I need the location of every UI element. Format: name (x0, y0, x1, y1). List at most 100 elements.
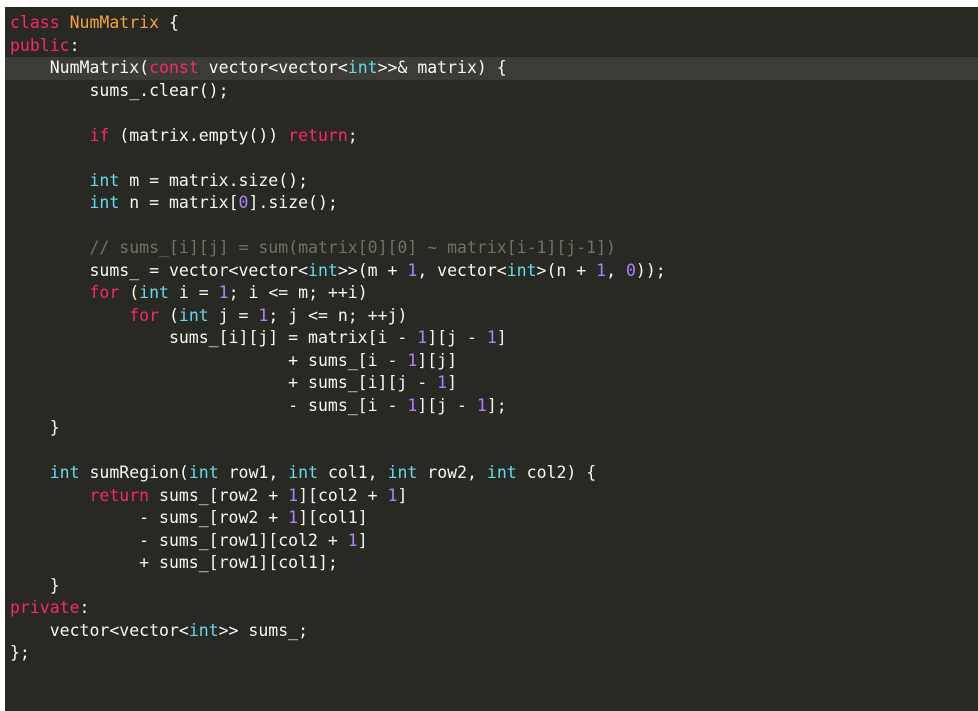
code-token-plain: ] (397, 485, 408, 505)
code-token-plain: : (69, 35, 80, 55)
code-line[interactable]: + sums_[row1][col1]; (5, 552, 978, 575)
code-line[interactable]: for (int i = 1; i <= m; ++i) (5, 282, 978, 305)
code-token-plain: >> sums_; (218, 620, 309, 640)
code-line[interactable]: + sums_[i][j - 1] (5, 372, 978, 395)
code-token-type: int (288, 463, 319, 482)
code-token-num: 1 (407, 350, 418, 370)
code-token-plain: ][j - (417, 395, 477, 415)
code-token-num: 0 (625, 260, 636, 280)
code-line[interactable]: public: (5, 35, 978, 58)
code-line[interactable]: int n = matrix[0].size(); (5, 192, 978, 215)
code-token-plain: row2, (417, 463, 487, 482)
code-token-type: int (49, 463, 80, 482)
code-token-num: 0 (238, 193, 249, 212)
code-token-type: int (347, 58, 378, 77)
code-token-type: int (188, 620, 219, 640)
code-token-plain: ][col2 + (298, 485, 388, 505)
code-token-plain: vector<vector< (198, 58, 348, 77)
code-line[interactable]: private: (5, 597, 978, 620)
code-line[interactable]: + sums_[i - 1][j] (5, 350, 978, 373)
code-line[interactable] (5, 215, 978, 238)
code-token-type: int (506, 260, 537, 280)
code-token-plain: - sums_[row1][col2 + (10, 530, 348, 550)
code-line[interactable] (5, 440, 978, 463)
code-token-plain: } (10, 418, 60, 437)
code-token-plain: m = matrix.size(); (119, 170, 309, 190)
code-token-plain: sums_.clear(); (10, 80, 229, 100)
code-token-plain: ] (357, 530, 368, 550)
code-token-kw: for (89, 283, 120, 302)
code-token-plain: NumMatrix( (10, 58, 150, 77)
code-token-type: int (139, 283, 169, 302)
code-token-plain: ; i <= m; ++i) (228, 283, 368, 302)
code-token-num: 1 (347, 530, 358, 550)
code-content[interactable]: class NumMatrix {public: NumMatrix(const… (5, 7, 978, 665)
code-token-plain: , (606, 260, 626, 280)
code-token-kw: private (10, 598, 80, 617)
code-token-plain: - sums_[row2 + (10, 508, 289, 527)
code-token-num: 1 (407, 260, 418, 280)
code-token-plain: (matrix.empty()) (109, 125, 289, 145)
code-token-plain: sums_[row2 + (149, 485, 289, 505)
code-token-plain: sums_[i][j] = matrix[i - (10, 328, 418, 347)
code-token-plain: { (159, 13, 179, 32)
code-token-type: int (89, 170, 120, 190)
code-token-clsname: NumMatrix (69, 13, 160, 32)
code-token-num: 1 (596, 260, 607, 280)
code-token-plain: vector<vector< (10, 620, 189, 640)
code-token-num: 1 (387, 485, 398, 505)
code-token-type: int (188, 463, 219, 482)
code-line[interactable]: sums_.clear(); (5, 80, 978, 103)
code-line[interactable]: - sums_[i - 1][j - 1]; (5, 395, 978, 418)
code-token-type: int (89, 193, 120, 212)
code-line[interactable]: return sums_[row2 + 1][col2 + 1] (5, 485, 978, 508)
code-token-plain: ( (159, 305, 179, 325)
code-line[interactable]: sums_ = vector<vector<int>>(m + 1, vecto… (5, 260, 978, 283)
code-token-num: 1 (407, 395, 418, 415)
code-line[interactable] (5, 102, 978, 125)
code-token-plain: col2) { (516, 463, 597, 482)
code-line[interactable]: for (int j = 1; j <= n; ++j) (5, 305, 978, 328)
code-token-num: 1 (417, 328, 428, 347)
code-token-num: 1 (437, 373, 448, 392)
code-line[interactable]: - sums_[row2 + 1][col1] (5, 507, 978, 530)
code-token-kw: const (149, 58, 199, 77)
code-token-plain: >(n + (536, 260, 597, 280)
code-line[interactable] (5, 147, 978, 170)
code-token-plain: ] (496, 328, 507, 347)
code-line[interactable]: }; (5, 642, 978, 665)
code-line[interactable]: sums_[i][j] = matrix[i - 1][j - 1] (5, 327, 978, 350)
code-token-plain: >>& matrix) { (377, 58, 507, 77)
code-line[interactable]: - sums_[row1][col2 + 1] (5, 530, 978, 553)
code-line[interactable]: int sumRegion(int row1, int col1, int ro… (5, 462, 978, 485)
code-line[interactable]: } (5, 575, 978, 598)
code-line[interactable]: NumMatrix(const vector<vector<int>>& mat… (5, 57, 978, 80)
code-editor-pane[interactable]: class NumMatrix {public: NumMatrix(const… (5, 7, 978, 711)
code-line[interactable]: // sums_[i][j] = sum(matrix[0][0] ~ matr… (5, 237, 978, 260)
code-token-type: int (387, 463, 418, 482)
code-token-plain: j = (208, 305, 259, 325)
code-token-kw: public (10, 35, 70, 55)
code-token-plain: ]; (486, 395, 507, 415)
code-token-plain: sumRegion( (79, 463, 189, 482)
code-token-plain: i = (168, 283, 219, 302)
code-token-plain: ][col1] (298, 508, 368, 527)
code-line[interactable]: } (5, 417, 978, 440)
code-token-kw: if (89, 125, 110, 145)
code-line[interactable]: if (matrix.empty()) return; (5, 125, 978, 148)
code-line[interactable]: vector<vector<int>> sums_; (5, 620, 978, 643)
code-token-type: int (308, 260, 338, 280)
code-token-plain: ; j <= n; ++j) (268, 305, 408, 325)
code-token-plain: sums_ = vector<vector< (10, 260, 309, 280)
code-line[interactable]: int m = matrix.size(); (5, 170, 978, 193)
code-token-plain: n = matrix[ (119, 193, 239, 212)
code-token-plain: ( (119, 283, 140, 302)
code-line[interactable]: class NumMatrix { (5, 12, 978, 35)
code-token-plain: ] (447, 373, 458, 392)
